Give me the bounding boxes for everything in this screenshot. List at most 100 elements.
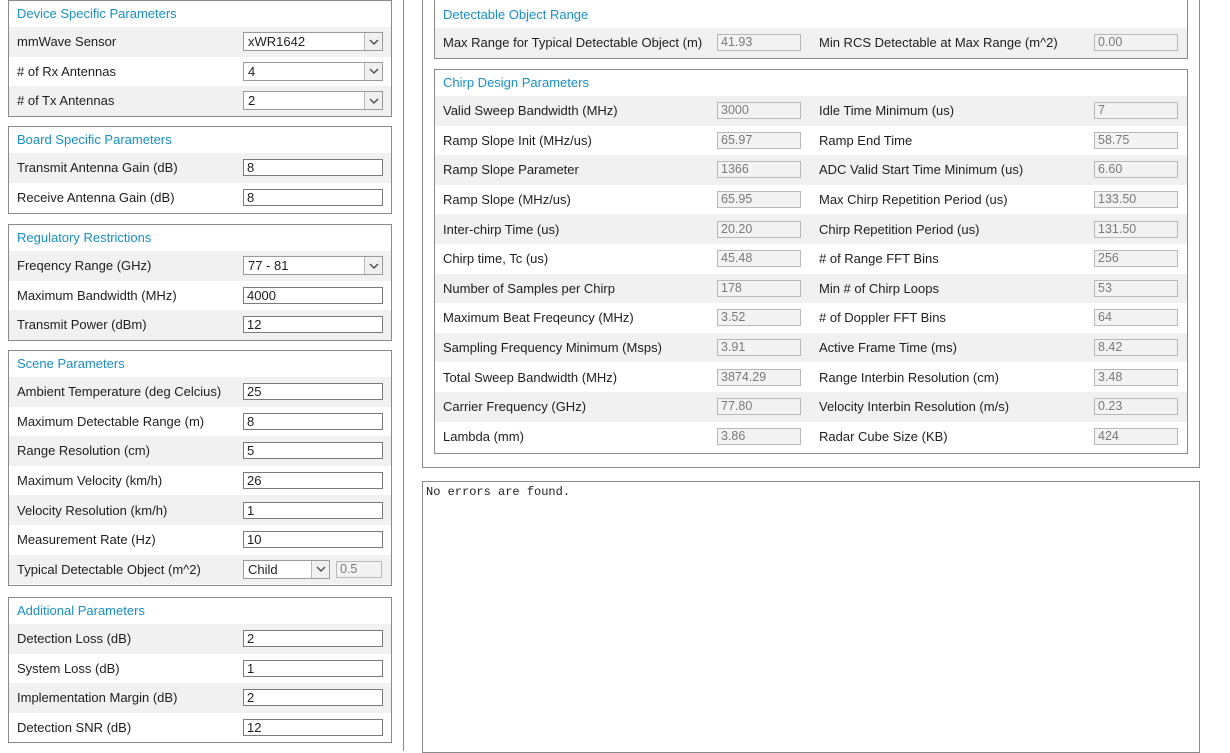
- tx-gain-row: Transmit Antenna Gain (dB) 8: [9, 153, 391, 183]
- max-bandwidth-input[interactable]: 4000: [243, 286, 383, 304]
- velocity-res-input[interactable]: 1: [243, 501, 383, 519]
- ambient-temp-input[interactable]: 25: [243, 383, 383, 401]
- field-label: Measurement Rate (Hz): [17, 532, 156, 548]
- rx-gain-row: Receive Antenna Gain (dB) 8: [9, 183, 391, 213]
- param-value-readonly: 77.80: [717, 398, 801, 416]
- output-console[interactable]: No errors are found.: [422, 481, 1200, 753]
- field-label: Min RCS Detectable at Max Range (m^2): [819, 35, 1058, 51]
- panel-title: Regulatory Restrictions: [17, 230, 152, 245]
- tx-gain-input[interactable]: 8: [243, 159, 383, 177]
- chevron-down-icon: [364, 92, 382, 110]
- chevron-down-icon: [364, 257, 382, 275]
- param-value-readonly: 178: [717, 279, 801, 297]
- param-value-readonly: 7: [1094, 102, 1178, 120]
- field-label: Inter-chirp Time (us): [443, 221, 560, 237]
- max-velocity-row: Maximum Velocity (km/h) 26: [9, 466, 391, 496]
- field-label: Ambient Temperature (deg Celcius): [17, 384, 222, 400]
- field-label: Total Sweep Bandwidth (MHz): [443, 369, 618, 385]
- detectable-row: Max Range for Typical Detectable Object …: [435, 28, 1187, 58]
- field-label: Carrier Frequency (GHz): [443, 399, 587, 415]
- field-label: Radar Cube Size (KB): [819, 428, 948, 444]
- field-label: Range Resolution (cm): [17, 443, 150, 459]
- field-label: # of Doppler FFT Bins: [819, 310, 946, 326]
- mmwave-sensor-select[interactable]: xWR1642: [243, 32, 383, 52]
- param-value-readonly: 58.75: [1094, 131, 1178, 149]
- det-loss-input[interactable]: 2: [243, 630, 383, 648]
- rx-gain-input[interactable]: 8: [243, 188, 383, 206]
- field-label: System Loss (dB): [17, 660, 120, 676]
- field-label: Max Range for Typical Detectable Object …: [443, 35, 703, 51]
- splitter[interactable]: [403, 0, 404, 751]
- param-value-readonly: 131.50: [1094, 220, 1178, 238]
- detectable-range-panel: Detectable Object Range Max Range for Ty…: [434, 0, 1188, 59]
- rx-antennas-row: # of Rx Antennas 4: [9, 57, 391, 87]
- param-value-readonly: 8.42: [1094, 339, 1178, 357]
- field-label: Ramp End Time: [819, 132, 913, 148]
- field-label: Maximum Bandwidth (MHz): [17, 287, 177, 303]
- panel-title: Board Specific Parameters: [17, 132, 172, 147]
- field-label: # of Range FFT Bins: [819, 251, 939, 267]
- meas-rate-row: Measurement Rate (Hz) 10: [9, 525, 391, 555]
- tx-power-input[interactable]: 12: [243, 316, 383, 334]
- freq-range-select[interactable]: 77 - 81: [243, 256, 383, 276]
- param-value-readonly: 1366: [717, 161, 801, 179]
- field-label: Min # of Chirp Loops: [819, 280, 939, 296]
- field-label: mmWave Sensor: [17, 34, 117, 50]
- det-snr-row: Detection SNR (dB) 12: [9, 713, 391, 743]
- min-rcs-readonly: 0.00: [1094, 34, 1178, 52]
- board-specific-panel: Board Specific Parameters Transmit Anten…: [8, 126, 392, 214]
- ambient-temp-row: Ambient Temperature (deg Celcius) 25: [9, 377, 391, 407]
- meas-rate-input[interactable]: 10: [243, 531, 383, 549]
- field-label: Lambda (mm): [443, 428, 524, 444]
- field-label: Typical Detectable Object (m^2): [17, 561, 201, 577]
- chirp-param-row: Total Sweep Bandwidth (MHz) 3874.29 Range …: [435, 362, 1187, 392]
- field-label: Implementation Margin (dB): [17, 690, 178, 706]
- field-label: Max Chirp Repetition Period (us): [819, 192, 1008, 208]
- det-loss-row: Detection Loss (dB) 2: [9, 624, 391, 654]
- field-label: Ramp Slope Parameter: [443, 162, 579, 178]
- chirp-param-row: Ramp Slope Init (MHz/us) 65.97 Ramp End Ti…: [435, 126, 1187, 156]
- panel-title: Detectable Object Range: [443, 7, 589, 22]
- regulatory-panel: Regulatory Restrictions Freqency Range (…: [8, 224, 392, 341]
- scene-panel: Scene Parameters Ambient Temperature (de…: [8, 350, 392, 586]
- velocity-res-row: Velocity Resolution (km/h) 1: [9, 495, 391, 525]
- typical-object-select[interactable]: Child: [243, 559, 330, 579]
- field-label: Maximum Beat Freqeuncy (MHz): [443, 310, 634, 326]
- chirp-param-row: Sampling Frequency Minimum (Msps) 3.91 Act…: [435, 332, 1187, 363]
- field-label: Detection Loss (dB): [17, 631, 132, 647]
- panel-title: Device Specific Parameters: [17, 6, 177, 21]
- chevron-down-icon: [311, 560, 329, 578]
- chevron-down-icon: [364, 33, 382, 51]
- field-label: Freqency Range (GHz): [17, 258, 152, 274]
- rx-antennas-select[interactable]: 4: [243, 61, 383, 81]
- field-label: Valid Sweep Bandwidth (MHz): [443, 103, 618, 119]
- param-value-readonly: 0.23: [1094, 398, 1178, 416]
- range-res-input[interactable]: 5: [243, 442, 383, 460]
- panel-title: Chirp Design Parameters: [443, 75, 589, 90]
- field-label: Maximum Detectable Range (m): [17, 413, 205, 429]
- max-velocity-input[interactable]: 26: [243, 472, 383, 490]
- impl-margin-input[interactable]: 2: [243, 689, 383, 707]
- max-range-input[interactable]: 8: [243, 412, 383, 430]
- console-text: No errors are found.: [426, 485, 571, 499]
- field-label: Number of Samples per Chirp: [443, 280, 615, 296]
- chirp-param-row: Ramp Slope (MHz/us) 65.95 Max Chirp Repeti…: [435, 185, 1187, 215]
- impl-margin-row: Implementation Margin (dB) 2: [9, 683, 391, 713]
- device-specific-panel: Device Specific Parameters mmWave Sensor…: [8, 0, 392, 117]
- chirp-param-row: Carrier Frequency (GHz) 77.80 Velocity Int…: [435, 391, 1187, 422]
- det-snr-input[interactable]: 12: [243, 719, 383, 737]
- sys-loss-input[interactable]: 1: [243, 659, 383, 677]
- param-value-readonly: 133.50: [1094, 191, 1178, 209]
- object-rcs-readonly: 0.5: [336, 560, 382, 578]
- param-value-readonly: 3000: [717, 102, 801, 120]
- freq-range-row: Freqency Range (GHz) 77 - 81: [9, 251, 391, 281]
- additional-panel: Additional Parameters Detection Loss (dB…: [8, 597, 392, 743]
- field-label: Ramp Slope Init (MHz/us): [443, 132, 592, 148]
- param-value-readonly: 3.86: [717, 427, 801, 445]
- field-label: Velocity Interbin Resolution (m/s): [819, 399, 1010, 415]
- sys-loss-row: System Loss (dB) 1: [9, 654, 391, 684]
- max-range-readonly: 41.93: [717, 34, 801, 52]
- field-label: # of Tx Antennas: [17, 93, 115, 109]
- tx-antennas-select[interactable]: 2: [243, 91, 383, 111]
- range-res-row: Range Resolution (cm) 5: [9, 436, 391, 466]
